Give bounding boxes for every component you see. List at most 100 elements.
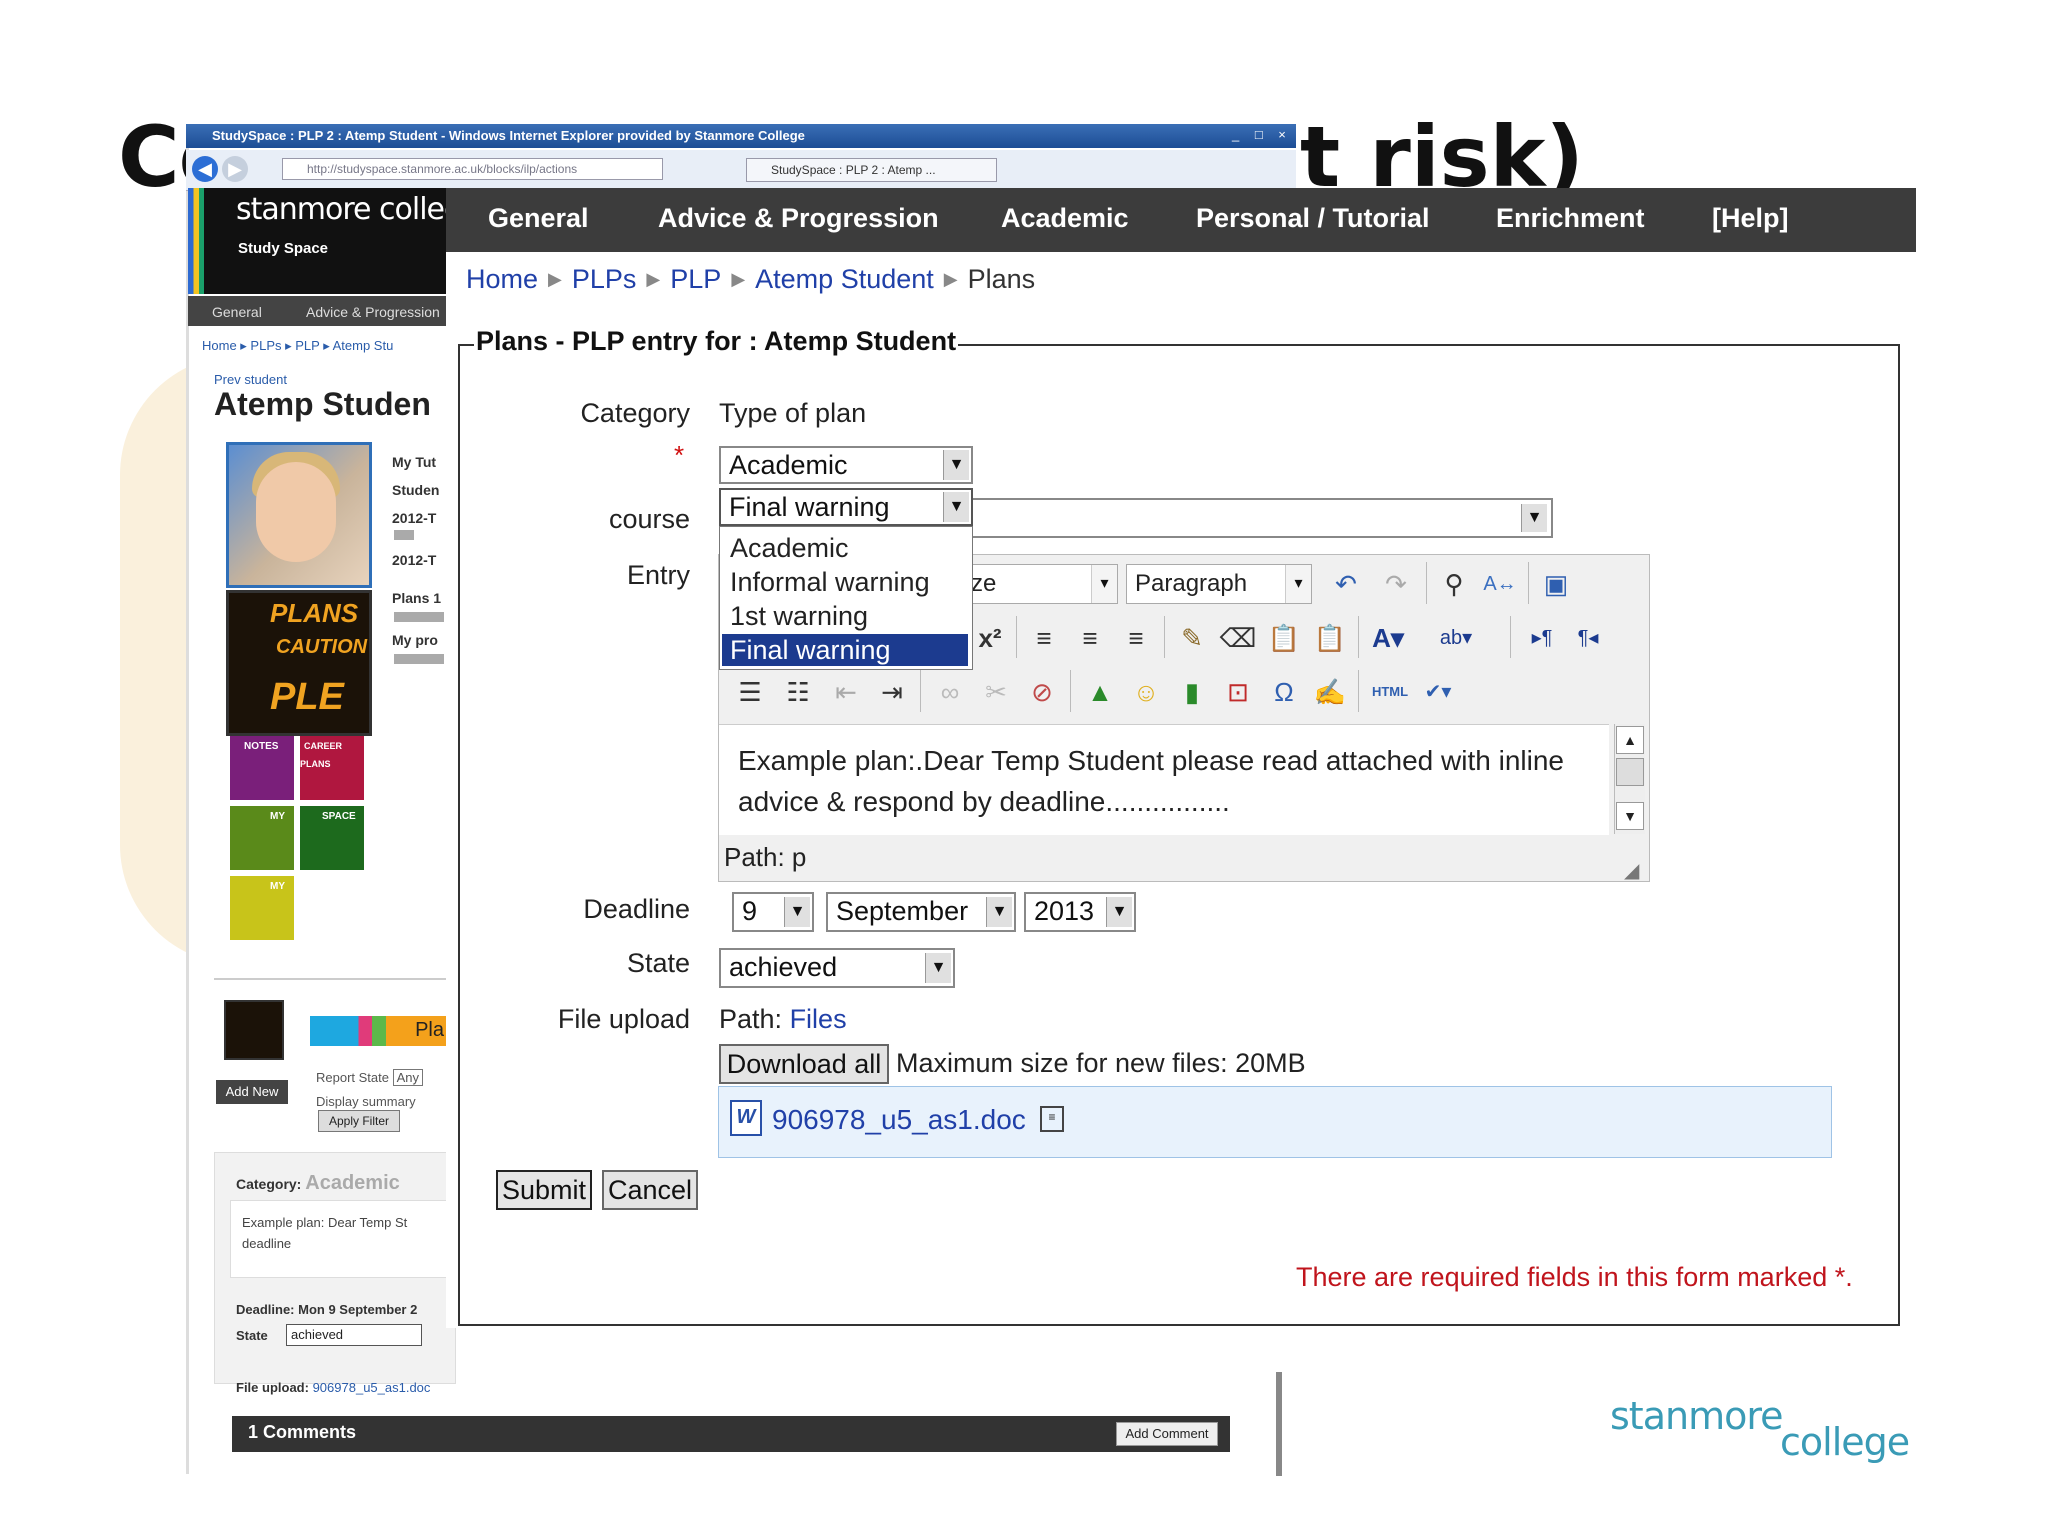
nav-academic[interactable]: Academic [1001,203,1129,234]
bg-breadcrumb[interactable]: Home ▸ PLPs ▸ PLP ▸ Atemp Stu [202,338,393,354]
image-icon[interactable]: ▲ [1080,672,1120,712]
nav-enrichment[interactable]: Enrichment [1496,203,1645,234]
unlink-icon[interactable]: ✂ [976,672,1016,712]
nav-personal-tutorial[interactable]: Personal / Tutorial [1196,203,1430,234]
chevron-down-icon[interactable]: ▼ [943,492,969,522]
html-icon[interactable]: HTML [1370,672,1410,712]
submit-button[interactable]: Submit [496,1170,592,1210]
space-tile[interactable]: SPACE [300,806,364,870]
special-char-icon[interactable]: Ω [1264,672,1304,712]
breadcrumb-plps[interactable]: PLPs [572,264,637,294]
fullscreen-icon[interactable]: ▣ [1536,564,1576,604]
resize-handle-icon[interactable]: ◢ [1624,858,1639,883]
prev-student-link[interactable]: Prev student [214,372,287,387]
nav-help[interactable]: [Help] [1712,203,1789,234]
edit-icon[interactable]: ✍ [1310,672,1350,712]
format-select[interactable]: Paragraph ▾ [1126,564,1312,604]
scroll-down-icon[interactable]: ▼ [1616,802,1644,830]
dropdown-option-final-warning[interactable]: Final warning [722,634,968,666]
nav-advice-progression[interactable]: Advice & Progression [658,203,939,234]
spellcheck-icon[interactable]: ✔▾ [1418,672,1458,712]
align-right-icon[interactable]: ≡ [1116,618,1156,658]
numbered-list-icon[interactable]: ☷ [778,672,818,712]
bullet-list-icon[interactable]: ☰ [730,672,770,712]
chevron-down-icon[interactable]: ▾ [1285,565,1311,603]
ltr-icon[interactable]: ▸¶ [1522,618,1562,658]
url-field[interactable]: http://studyspace.stanmore.ac.uk/blocks/… [282,158,663,180]
deadline-day-select[interactable]: 9 ▼ [732,892,814,932]
bg-side-label: Studen [392,482,440,498]
emoticon-icon[interactable]: ☺ [1126,672,1166,712]
file-menu-icon[interactable]: ≡ [1040,1106,1064,1132]
chevron-down-icon[interactable]: ▼ [1106,897,1132,927]
career-plans-tile[interactable]: CAREER PLANS [300,736,364,800]
report-state-select[interactable]: Any [392,1069,424,1086]
bg-file-link[interactable]: 906978_u5_as1.doc [313,1380,431,1395]
dropdown-option-informal-warning[interactable]: Informal warning [722,566,968,598]
cancel-button[interactable]: Cancel [602,1170,698,1210]
bg-nav-general[interactable]: General [212,304,262,320]
deadline-year-select[interactable]: 2013 ▼ [1024,892,1136,932]
paste-text-icon[interactable]: 📋 [1264,618,1304,658]
rtl-icon[interactable]: ¶◂ [1568,618,1608,658]
anchor-icon[interactable]: ⊡ [1218,672,1258,712]
apply-filter-button[interactable]: Apply Filter [318,1110,400,1132]
align-center-icon[interactable]: ≡ [1070,618,1110,658]
scroll-thumb[interactable] [1616,758,1644,786]
file-link[interactable]: 906978_u5_as1.doc [772,1104,1026,1136]
breadcrumb-student[interactable]: Atemp Student [755,264,934,294]
chevron-down-icon[interactable]: ▼ [943,450,969,480]
outdent-icon[interactable]: ⇤ [826,672,866,712]
breadcrumb-plp[interactable]: PLP [670,264,721,294]
font-size-select[interactable]: Font size ▾ [962,564,1118,604]
plans-tile-caution: CAUTION [276,636,368,658]
state-value: achieved [729,952,838,982]
superscript-icon[interactable]: x² [970,618,1010,658]
bg-nav-advice[interactable]: Advice & Progression [306,304,440,320]
notes-tile[interactable]: NOTES [230,736,294,800]
my-ple-tile[interactable]: MY [230,876,294,940]
chevron-down-icon[interactable]: ▾ [1091,565,1117,603]
scroll-up-icon[interactable]: ▲ [1616,726,1644,754]
dropdown-option-1st-warning[interactable]: 1st warning [722,600,968,632]
find-icon[interactable]: ⚲ [1434,564,1474,604]
text-color-icon[interactable]: A▾ [1368,618,1408,658]
chevron-down-icon[interactable]: ▼ [784,897,810,927]
undo-icon[interactable]: ↶ [1326,564,1366,604]
add-new-button[interactable]: Add New [216,1080,288,1104]
cleanup-icon[interactable]: ✎ [1172,618,1212,658]
dropdown-option-academic[interactable]: Academic [722,532,968,564]
redo-icon[interactable]: ↷ [1376,564,1416,604]
browser-tab[interactable]: StudySpace : PLP 2 : Atemp ... [746,158,997,182]
files-link[interactable]: Files [790,1004,847,1034]
window-controls[interactable]: _ □ × [1232,127,1292,142]
indent-icon[interactable]: ⇥ [872,672,912,712]
media-icon[interactable]: ▮ [1172,672,1212,712]
my-tile[interactable]: MY [230,806,294,870]
nav-general[interactable]: General [488,203,589,234]
back-arrow-icon[interactable]: ◀ [192,156,218,182]
download-all-button[interactable]: Download all [719,1044,889,1084]
required-star: * [674,440,685,470]
nolink-icon[interactable]: ⊘ [1022,672,1062,712]
state-select[interactable]: achieved ▼ [719,948,955,988]
editor-text[interactable]: Example plan:.Dear Temp Student please r… [738,740,1588,822]
breadcrumb-home[interactable]: Home [466,264,538,294]
forward-arrow-icon[interactable]: ▶ [222,156,248,182]
add-comment-button[interactable]: Add Comment [1116,1422,1218,1446]
link-icon[interactable]: ∞ [930,672,970,712]
align-left-icon[interactable]: ≡ [1024,618,1064,658]
category-select[interactable]: Academic ▼ [719,446,973,484]
highlight-color-icon[interactable]: ab▾ [1436,618,1476,658]
paste-word-icon[interactable]: 📋 [1310,618,1350,658]
comments-title[interactable]: 1 Comments [248,1422,356,1443]
replace-icon[interactable]: A↔ [1480,564,1520,604]
bg-state-select[interactable]: achieved [286,1324,422,1346]
deadline-month-select[interactable]: September ▼ [826,892,1016,932]
bg-side-label: 2012-T [392,510,437,526]
chevron-down-icon[interactable]: ▼ [1521,504,1547,532]
chevron-down-icon[interactable]: ▼ [925,953,951,983]
eraser-icon[interactable]: ⌫ [1218,618,1258,658]
plan-type-select[interactable]: Final warning ▼ [719,488,973,526]
chevron-down-icon[interactable]: ▼ [986,897,1012,927]
